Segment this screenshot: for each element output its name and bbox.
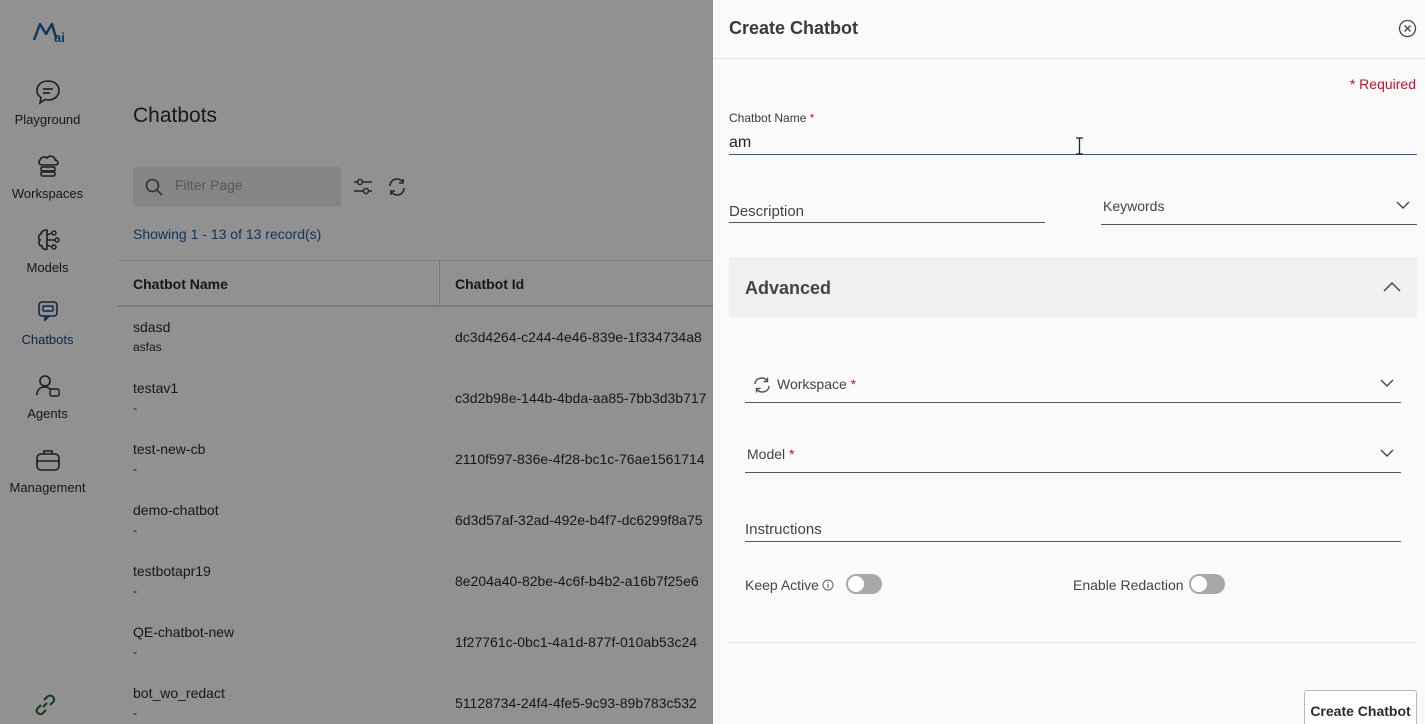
chatbot-name-label-text: Chatbot Name [729, 111, 807, 125]
toggle-knob [848, 576, 864, 592]
required-mark: * [789, 446, 795, 462]
workspace-select[interactable] [745, 402, 1401, 403]
advanced-title: Advanced [745, 278, 832, 298]
drawer-title: Create Chatbot [729, 18, 859, 38]
workspace-label-text: Workspace [777, 376, 847, 392]
description-field[interactable] [729, 222, 1045, 223]
model-label: Model * [747, 446, 794, 462]
model-label-text: Model [747, 446, 786, 462]
drawer-header: Create Chatbot [713, 0, 1425, 59]
text-cursor-icon [1076, 137, 1083, 155]
close-icon[interactable] [1398, 19, 1417, 38]
required-mark: * [850, 376, 857, 392]
keywords-label: Keywords [1103, 198, 1165, 214]
refresh-icon[interactable] [753, 376, 771, 394]
create-chatbot-button[interactable]: Create Chatbot [1304, 690, 1417, 724]
advanced-section-header[interactable]: Advanced [729, 257, 1417, 317]
chevron-down-icon[interactable] [1380, 379, 1394, 388]
required-note: * Required [1349, 76, 1416, 92]
description-field-label: Description [729, 203, 805, 220]
create-chatbot-drawer: Create Chatbot * Required Chatbot Name *… [713, 0, 1425, 724]
chevron-down-icon[interactable] [1380, 449, 1394, 458]
divider [729, 642, 1417, 643]
keep-active-label: Keep Active [745, 577, 819, 593]
toggle-knob [1191, 576, 1207, 592]
instructions-label: Instructions [745, 521, 822, 538]
enable-redaction-toggle[interactable] [1189, 574, 1225, 594]
chevron-up-icon[interactable] [1383, 281, 1401, 292]
keep-active-toggle[interactable] [846, 574, 882, 594]
keywords-select[interactable] [1101, 224, 1417, 225]
chevron-down-icon[interactable] [1396, 201, 1410, 210]
enable-redaction-label: Enable Redaction [1073, 577, 1184, 593]
required-mark: * [809, 111, 815, 125]
workspace-label: Workspace * [777, 376, 856, 392]
modal-overlay[interactable] [0, 0, 713, 724]
model-select[interactable] [745, 472, 1401, 473]
chatbot-name-label: Chatbot Name * [729, 111, 814, 125]
instructions-field[interactable] [745, 541, 1401, 542]
info-icon[interactable] [822, 579, 834, 591]
chatbot-name-input[interactable] [729, 132, 1417, 155]
